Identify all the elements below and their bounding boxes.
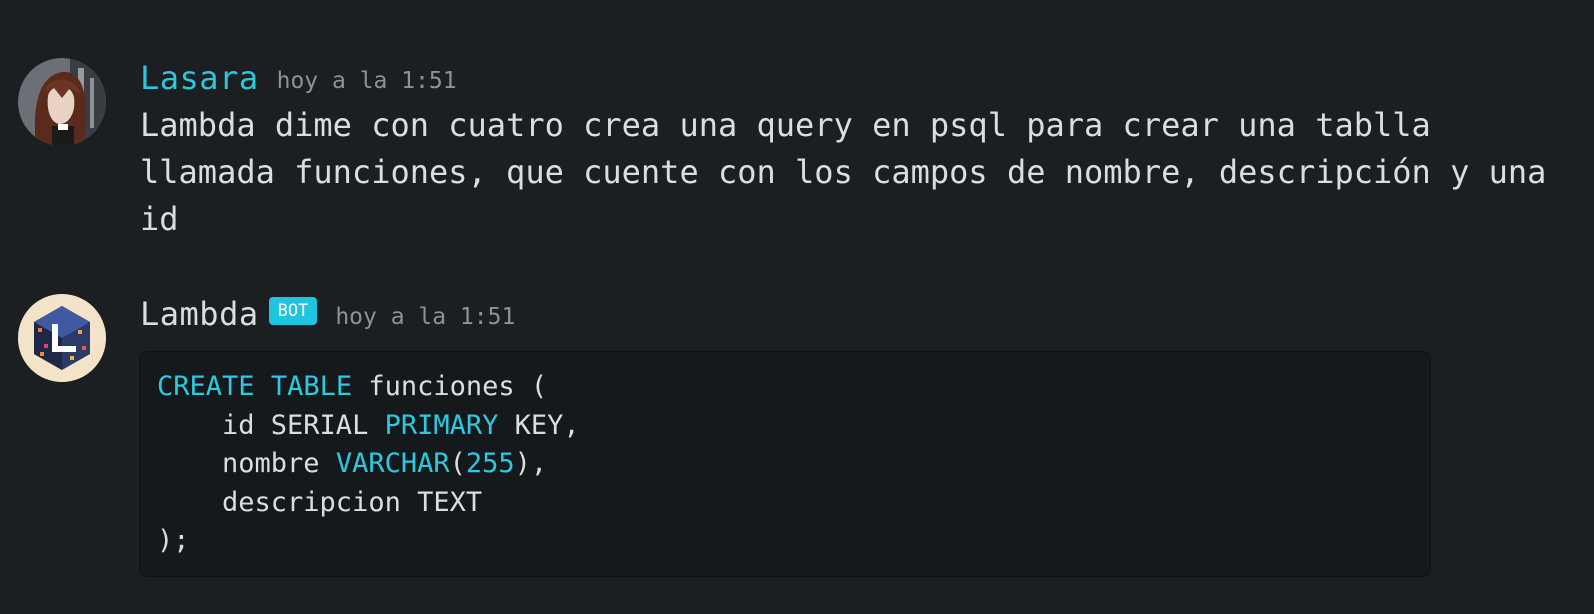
code-number: 255: [465, 448, 515, 479]
code-text: nombre: [157, 448, 336, 479]
code-keyword: PRIMARY: [384, 409, 499, 441]
code-keyword: VARCHAR: [335, 448, 450, 479]
username[interactable]: Lasara: [140, 59, 259, 97]
code-text: funciones (: [352, 371, 548, 402]
code-keyword: TABLE: [270, 371, 353, 402]
timestamp[interactable]: hoy a la 1:51: [277, 68, 457, 94]
message-header: Lambda BOT hoy a la 1:51: [140, 294, 515, 334]
code-keyword: CREATE: [157, 371, 255, 402]
bot-badge: BOT: [268, 297, 318, 325]
bot-avatar[interactable]: [18, 294, 106, 382]
code-text: (: [449, 448, 466, 479]
user-avatar-icon: [18, 58, 106, 146]
user-avatar[interactable]: [18, 58, 106, 146]
code-content: CREATE TABLE funciones ( id SERIAL PRIMA…: [157, 368, 580, 561]
bot-cube-logo-icon: [18, 294, 106, 382]
username[interactable]: Lambda: [140, 295, 259, 333]
message-text: Lambda dime con cuatro crea una query en…: [140, 106, 1566, 238]
message-header: Lasara hoy a la 1:51: [140, 58, 457, 98]
code-text: ),: [514, 448, 548, 479]
code-text: KEY,: [498, 409, 580, 441]
code-text: id SERIAL: [157, 409, 385, 441]
code-block[interactable]: CREATE TABLE funciones ( id SERIAL PRIMA…: [139, 351, 1431, 577]
code-text: descripcion TEXT: [157, 486, 483, 518]
timestamp[interactable]: hoy a la 1:51: [335, 304, 515, 330]
code-text: );: [157, 525, 190, 556]
